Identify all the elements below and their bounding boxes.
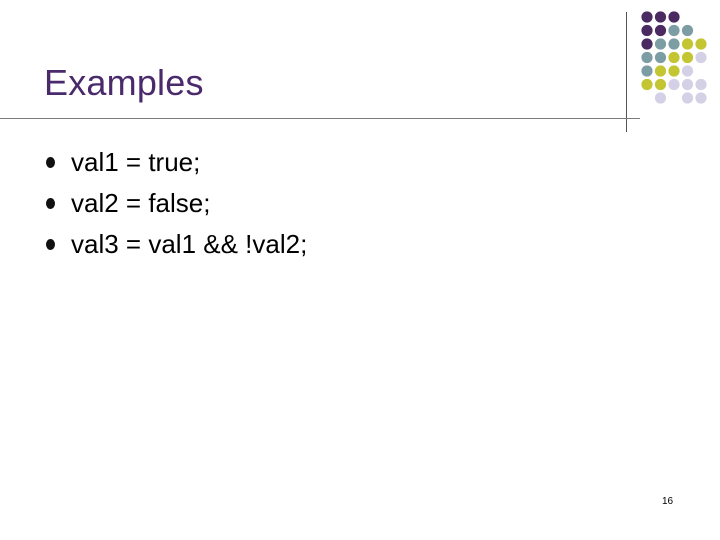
decorative-dot xyxy=(654,24,667,37)
decorative-dot xyxy=(654,65,667,77)
decorative-dot xyxy=(681,24,694,37)
decorative-dot xyxy=(668,78,680,91)
bullet-text: val2 = false; xyxy=(71,188,211,218)
decorative-dot-grid xyxy=(641,11,707,104)
decorative-dot xyxy=(668,11,680,23)
decorative-dot xyxy=(654,92,667,104)
bullet-icon xyxy=(46,239,55,250)
decorative-dot xyxy=(641,38,653,50)
decorative-dot xyxy=(641,11,653,23)
decorative-dot xyxy=(654,11,667,23)
decorative-dot xyxy=(668,24,680,37)
decorative-dot xyxy=(641,24,653,37)
decorative-dot xyxy=(668,51,680,64)
decorative-dot xyxy=(668,65,680,77)
decorative-dot xyxy=(681,92,694,104)
bullet-item: val3 = val1 && !val2; xyxy=(46,224,307,265)
bullet-item: val1 = true; xyxy=(46,142,307,183)
decorative-dot xyxy=(681,38,694,50)
bullet-text: val3 = val1 && !val2; xyxy=(71,229,308,259)
decorative-dot xyxy=(654,78,667,91)
decorative-dot xyxy=(695,78,707,91)
decorative-dot xyxy=(641,78,653,91)
bullet-item: val2 = false; xyxy=(46,183,307,224)
decorative-dot xyxy=(654,38,667,50)
decorative-dot xyxy=(695,38,707,50)
decorative-dot xyxy=(681,65,694,77)
decorative-dot xyxy=(681,51,694,64)
bullet-icon xyxy=(46,198,55,209)
slide-title: Examples xyxy=(44,62,204,103)
page-number: 16 xyxy=(662,496,674,507)
title-underline xyxy=(0,118,640,119)
vertical-divider xyxy=(626,12,627,132)
decorative-dot xyxy=(654,51,667,64)
decorative-dot xyxy=(695,92,707,104)
bullet-text: val1 = true; xyxy=(71,147,201,177)
slide: Examples val1 = true; val2 = false; val3… xyxy=(0,0,720,540)
decorative-dot xyxy=(641,51,653,64)
decorative-dot xyxy=(681,78,694,91)
decorative-dot xyxy=(695,51,707,64)
bullet-icon xyxy=(46,157,55,168)
decorative-dot xyxy=(641,65,653,77)
bullet-list: val1 = true; val2 = false; val3 = val1 &… xyxy=(46,142,307,265)
decorative-dot xyxy=(668,38,680,50)
